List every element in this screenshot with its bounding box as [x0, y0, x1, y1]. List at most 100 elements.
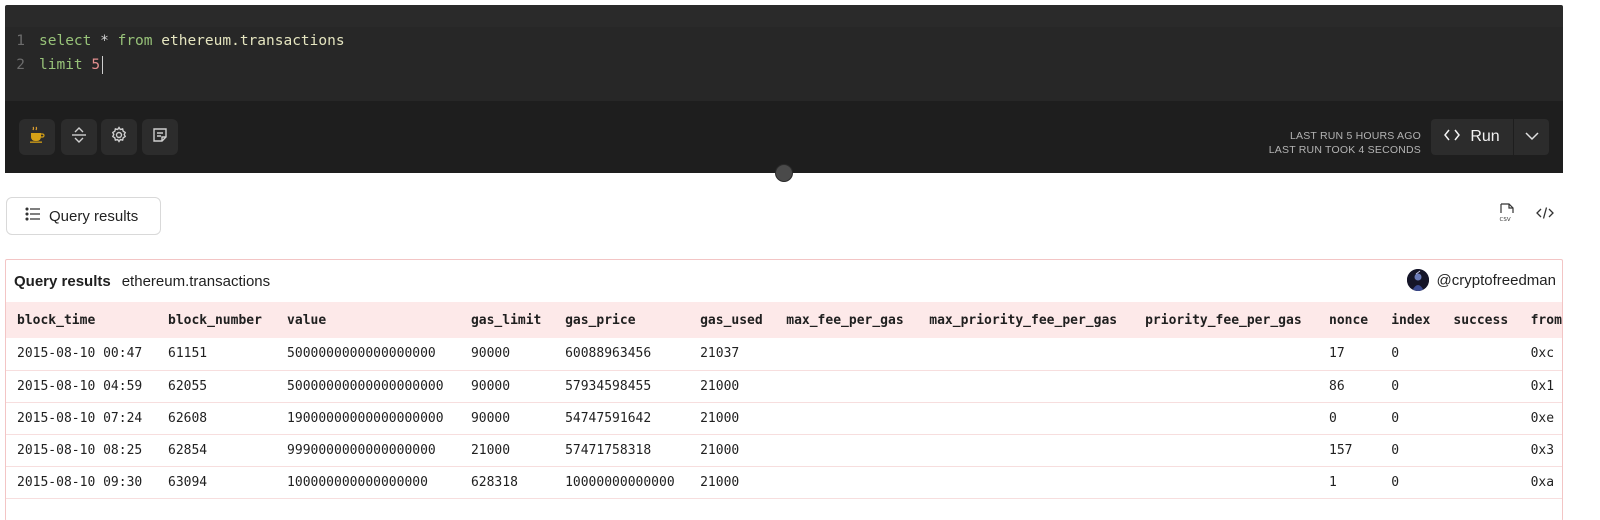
code-line-1[interactable]: 1 select * from ethereum.transactions: [5, 29, 345, 53]
table-cell: [1134, 338, 1318, 371]
table-row[interactable]: 2015-08-10 00:47 61151 5000000000000000000…: [6, 338, 1562, 371]
embed-code-button[interactable]: [1532, 202, 1558, 228]
table-cell: [1134, 402, 1318, 435]
table-cell: [775, 370, 919, 403]
table-cell: 2015-08-10 08:25: [6, 434, 157, 467]
gear-icon: [110, 125, 128, 149]
column-header-nonce[interactable]: nonce: [1318, 302, 1380, 338]
column-header-gas-price[interactable]: gas_price: [554, 302, 689, 338]
run-status: LAST RUN 5 HOURS AGO LAST RUN TOOK 4 SEC…: [1269, 129, 1421, 157]
table-cell: 57471758318: [554, 434, 690, 467]
table-cell: 0: [1380, 402, 1443, 435]
last-run-duration: LAST RUN TOOK 4 SECONDS: [1268, 144, 1421, 156]
table-cell: 21037: [689, 338, 776, 371]
column-header-max-priority-fee-per-gas[interactable]: max_priority_fee_per_gas: [918, 302, 1134, 338]
table-identifier: ethereum.transactions: [161, 33, 345, 49]
table-cell: 5000000000000000000: [276, 338, 460, 371]
editor-resize-handle[interactable]: [775, 164, 793, 182]
column-header-gas-limit[interactable]: gas_limit: [460, 302, 554, 338]
author-name: @cryptofreedman: [1436, 271, 1556, 289]
column-header-from[interactable]: from: [1520, 302, 1562, 338]
table-cell: 17: [1318, 338, 1381, 371]
table-cell: 90000: [459, 370, 555, 403]
chevron-down-icon: [1524, 128, 1539, 146]
table-cell: [1134, 370, 1318, 403]
code-area[interactable]: 1 select * from ethereum.transactions 2 …: [5, 27, 1563, 107]
table-cell: 0x1: [1519, 370, 1562, 403]
table-row[interactable]: 2015-08-10 08:25 62854 9990000000000000000…: [6, 434, 1562, 467]
line-number: 2: [16, 57, 25, 73]
results-title: Query results: [14, 272, 111, 290]
code-line-2[interactable]: 2 limit 5: [5, 53, 104, 77]
table-row[interactable]: 2015-08-10 07:24 62608 1900000000000000000…: [6, 402, 1562, 435]
author-link[interactable]: @cryptofreedman: [1406, 269, 1556, 291]
column-header-priority-fee-per-gas[interactable]: priority_fee_per_gas: [1134, 302, 1318, 338]
column-header-value[interactable]: value: [276, 302, 460, 338]
table-cell: 0xa: [1519, 466, 1562, 499]
operator-star: *: [100, 33, 109, 49]
expand-collapse-icon: [70, 126, 88, 149]
sql-editor[interactable]: 1 select * from ethereum.transactions 2 …: [5, 5, 1563, 173]
csv-file-icon: CSV: [1498, 202, 1516, 228]
table-cell: [1134, 434, 1318, 467]
settings-button[interactable]: [101, 119, 137, 155]
table-cell: 0x3: [1519, 434, 1562, 467]
tab-query-results[interactable]: Query results: [6, 197, 161, 235]
results-table: block_time block_number value gas_limit gas_…: [6, 302, 1562, 499]
list-icon: [25, 207, 41, 225]
table-cell: 50000000000000000000: [276, 370, 460, 403]
column-header-block-time[interactable]: block_time: [6, 302, 157, 338]
table-cell: 21000: [689, 370, 776, 403]
svg-text:CSV: CSV: [1500, 217, 1511, 223]
table-cell: [1134, 466, 1318, 499]
table-cell: 10000000000000: [554, 466, 690, 499]
table-cell: 86: [1318, 370, 1381, 403]
table-cell: 62854: [157, 434, 277, 467]
table-cell: 90000: [459, 402, 555, 435]
table-cell: [918, 402, 1135, 435]
column-header-index[interactable]: index: [1380, 302, 1442, 338]
table-cell: 19000000000000000000: [276, 402, 460, 435]
table-header-row: block_time block_number value gas_limit gas_…: [6, 302, 1562, 338]
expand-collapse-button[interactable]: [61, 119, 97, 155]
table-cell: 62608: [157, 402, 277, 435]
code-icon: [1536, 206, 1554, 225]
keyword-from: from: [117, 33, 153, 49]
coffee-icon: [28, 126, 46, 149]
notes-button[interactable]: [142, 119, 178, 155]
line-number: 1: [16, 33, 25, 49]
last-run-time: LAST RUN 5 HOURS AGO: [1289, 130, 1421, 142]
column-header-success[interactable]: success: [1442, 302, 1519, 338]
table-cell: 1: [1318, 466, 1381, 499]
tab-label: Query results: [49, 207, 139, 225]
run-options-dropdown[interactable]: [1513, 119, 1549, 155]
table-row[interactable]: 2015-08-10 09:30 63094 100000000000000000 6…: [6, 466, 1562, 499]
run-button[interactable]: Run: [1431, 119, 1513, 155]
table-cell: [1442, 466, 1520, 499]
column-header-block-number[interactable]: block_number: [157, 302, 276, 338]
table-cell: [775, 402, 919, 435]
table-cell: 0: [1380, 434, 1443, 467]
table-cell: 21000: [689, 434, 776, 467]
table-cell: 0: [1380, 338, 1443, 371]
download-csv-button[interactable]: CSV: [1494, 202, 1520, 228]
column-header-max-fee-per-gas[interactable]: max_fee_per_gas: [775, 302, 918, 338]
column-header-gas-used[interactable]: gas_used: [689, 302, 775, 338]
results-source: ethereum.transactions: [121, 272, 271, 290]
table-cell: 0: [1380, 466, 1443, 499]
text-cursor: [102, 56, 104, 74]
code-brackets-icon: [1444, 128, 1461, 146]
notes-icon: [151, 126, 169, 149]
table-cell: 628318: [459, 466, 555, 499]
table-cell: 61151: [157, 338, 277, 371]
table-cell: [775, 338, 919, 371]
coffee-button[interactable]: [19, 119, 55, 155]
table-cell: 2015-08-10 00:47: [6, 338, 157, 371]
table-cell: 21000: [689, 466, 776, 499]
table-cell: 2015-08-10 07:24: [6, 402, 157, 435]
table-cell: [775, 466, 919, 499]
table-row[interactable]: 2015-08-10 04:59 62055 5000000000000000000…: [6, 370, 1562, 403]
table-cell: [918, 434, 1135, 467]
run-control: Run: [1431, 119, 1549, 155]
table-cell: 62055: [157, 370, 277, 403]
